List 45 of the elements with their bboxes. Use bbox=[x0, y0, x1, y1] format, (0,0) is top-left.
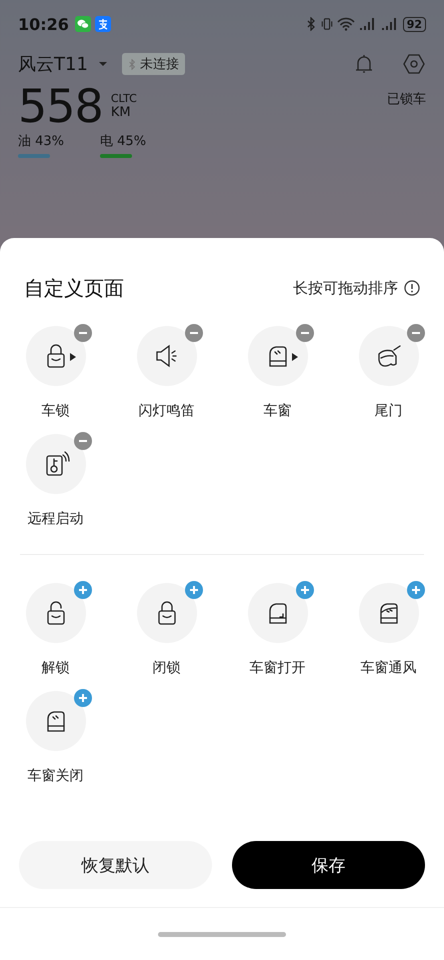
remove-icon[interactable] bbox=[184, 324, 202, 342]
signal-icon bbox=[358, 17, 377, 31]
sheet-title: 自定义页面 bbox=[24, 274, 125, 302]
signal-icon bbox=[380, 17, 399, 31]
settings-icon[interactable] bbox=[402, 52, 426, 76]
reset-button[interactable]: 恢复默认 bbox=[19, 841, 212, 889]
bluetooth-icon bbox=[304, 17, 317, 31]
energy-label: 电 45% bbox=[100, 133, 146, 150]
shortcut-label: 车窗通风 bbox=[360, 659, 416, 677]
battery-level: 92 bbox=[402, 16, 426, 32]
status-time: 10:26 bbox=[18, 14, 69, 34]
payment-app-icon bbox=[94, 16, 111, 32]
shortcut-label: 闪灯鸣笛 bbox=[138, 402, 194, 420]
wifi-icon bbox=[336, 17, 355, 31]
remove-icon[interactable] bbox=[406, 324, 424, 342]
shortcut-label: 车窗关闭 bbox=[28, 767, 84, 785]
energy-label: 油 43% bbox=[18, 133, 64, 150]
shortcut-label: 尾门 bbox=[374, 402, 402, 420]
add-icon[interactable] bbox=[406, 581, 424, 599]
caret-icon[interactable] bbox=[98, 61, 108, 67]
lock-status: 已锁车 bbox=[387, 91, 426, 108]
shortcut-label: 车锁 bbox=[42, 402, 70, 420]
shortcut-label: 闭锁 bbox=[152, 659, 180, 677]
add-icon[interactable] bbox=[296, 581, 314, 599]
home-indicator[interactable] bbox=[158, 932, 286, 936]
chat-app-icon bbox=[74, 16, 91, 32]
add-icon[interactable] bbox=[184, 581, 202, 599]
range-standard: CLTC bbox=[110, 92, 137, 105]
save-button[interactable]: 保存 bbox=[232, 841, 425, 889]
remove-icon[interactable] bbox=[74, 324, 92, 342]
add-icon[interactable] bbox=[74, 581, 92, 599]
shortcut-label: 远程启动 bbox=[28, 510, 84, 528]
shortcut-label: 解锁 bbox=[42, 659, 70, 677]
connection-badge: 未连接 bbox=[122, 53, 185, 75]
vibrate-icon bbox=[320, 17, 333, 31]
shortcut-label: 车窗打开 bbox=[250, 659, 306, 677]
shortcut-label: 车窗 bbox=[264, 402, 292, 420]
range-value: 558 bbox=[18, 83, 103, 129]
add-icon[interactable] bbox=[74, 689, 92, 707]
sort-hint: 长按可拖动排序 bbox=[293, 278, 398, 298]
vehicle-name[interactable]: 风云T11 bbox=[18, 52, 88, 76]
remove-icon[interactable] bbox=[74, 432, 92, 450]
remove-icon[interactable] bbox=[296, 324, 314, 342]
range-unit: KM bbox=[110, 105, 132, 120]
info-icon[interactable] bbox=[404, 280, 420, 296]
